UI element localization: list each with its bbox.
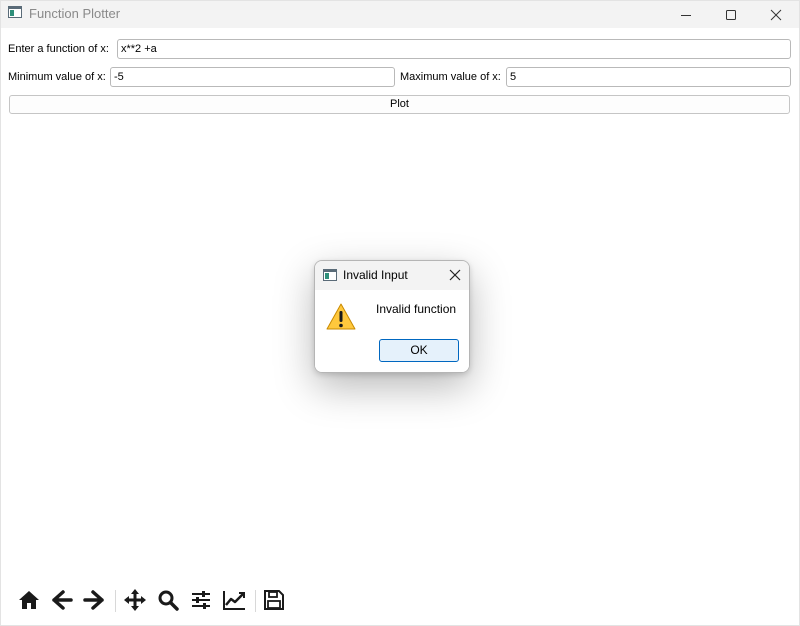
main-window: Function Plotter Enter a function of x: … <box>0 0 800 626</box>
invalid-input-dialog: Invalid Input Invalid function OK <box>314 260 470 373</box>
home-button[interactable] <box>15 586 43 614</box>
close-icon <box>770 9 782 20</box>
dialog-app-icon <box>323 269 337 281</box>
ok-button[interactable]: OK <box>379 339 459 362</box>
window-title: Function Plotter <box>29 6 121 21</box>
home-icon <box>19 591 39 609</box>
min-x-input[interactable]: -5 <box>110 67 395 87</box>
function-label: Enter a function of x: <box>8 43 109 55</box>
max-x-label: Maximum value of x: <box>400 71 501 83</box>
function-input[interactable]: x**2 +a <box>117 39 791 59</box>
dialog-message: Invalid function <box>376 302 457 316</box>
configure-subplots-icon <box>192 591 210 609</box>
min-x-label: Minimum value of x: <box>8 71 106 83</box>
app-icon <box>8 6 22 18</box>
zoom-button[interactable] <box>154 586 182 614</box>
dialog-close-button[interactable] <box>445 266 465 284</box>
minimize-button[interactable] <box>663 1 709 28</box>
close-button[interactable] <box>753 1 799 28</box>
save-button[interactable] <box>260 586 288 614</box>
pan-icon <box>124 589 146 611</box>
toolbar-separator <box>255 590 256 612</box>
forward-button[interactable] <box>80 586 108 614</box>
plot-toolbar <box>13 586 313 616</box>
save-icon <box>264 590 284 610</box>
toolbar-separator <box>115 590 116 612</box>
warning-icon <box>326 303 356 330</box>
edit-axis-button[interactable] <box>220 586 248 614</box>
pan-button[interactable] <box>121 586 149 614</box>
maximize-icon <box>726 9 736 20</box>
zoom-icon <box>158 590 179 611</box>
back-button[interactable] <box>48 586 76 614</box>
dialog-title: Invalid Input <box>343 268 408 282</box>
maximize-button[interactable] <box>708 1 754 28</box>
forward-arrow-icon <box>83 590 104 610</box>
dialog-title-bar[interactable]: Invalid Input <box>315 261 469 290</box>
close-icon <box>449 269 461 281</box>
plot-button[interactable]: Plot <box>9 95 790 114</box>
back-arrow-icon <box>52 590 73 610</box>
max-x-input[interactable]: 5 <box>506 67 791 87</box>
edit-axis-icon <box>223 591 245 610</box>
minimize-icon <box>681 14 691 16</box>
title-bar[interactable]: Function Plotter <box>1 1 799 28</box>
dialog-body: Invalid function OK <box>315 290 469 372</box>
configure-subplots-button[interactable] <box>187 586 215 614</box>
